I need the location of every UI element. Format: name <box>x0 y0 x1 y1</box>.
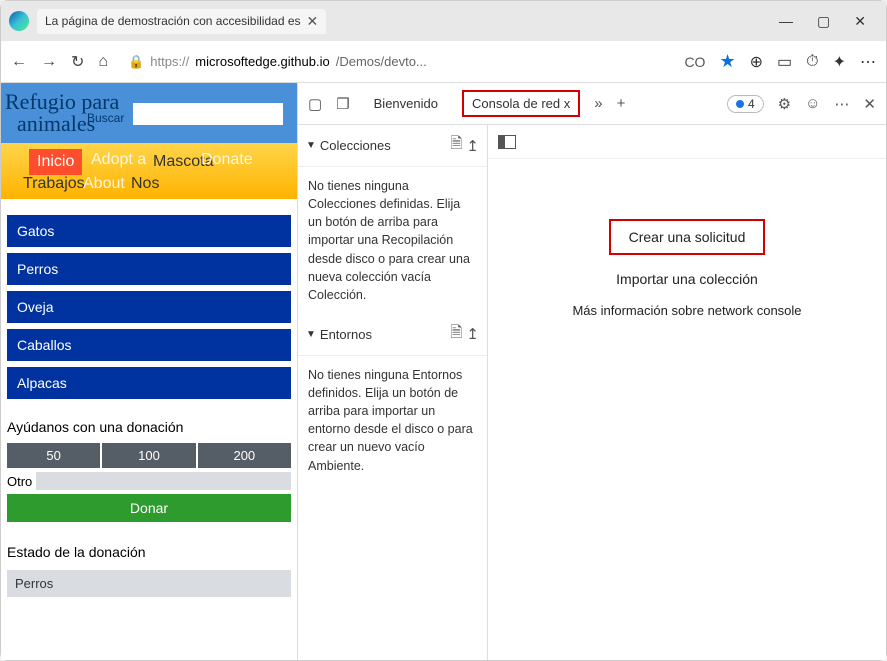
back-button[interactable]: ← <box>11 53 27 71</box>
collections-label: Colecciones <box>320 138 391 153</box>
toggle-sidebar-icon[interactable] <box>498 135 516 149</box>
nav-inicio[interactable]: Inicio <box>29 149 82 175</box>
window-maximize-button[interactable]: ▢ <box>817 13 830 30</box>
donate-label: Ayúdanos con una donación <box>7 419 291 435</box>
lock-icon: 🔒 <box>128 54 144 70</box>
close-tab-icon[interactable]: ✕ <box>307 13 319 30</box>
page-content: Refugio para animales Buscar Inicio Adop… <box>1 83 298 660</box>
collections-icon[interactable]: ▭ <box>777 52 792 72</box>
browser-tab[interactable]: La página de demostración con accesibili… <box>37 9 326 34</box>
status-label: Estado de la donación <box>7 544 291 560</box>
settings-icon[interactable]: ⚙ <box>778 95 791 113</box>
chevron-down-icon: ▼ <box>306 140 316 151</box>
copilot-icon[interactable]: ✦ <box>833 52 846 72</box>
nav-about[interactable]: About <box>83 175 125 193</box>
donate-amount-100[interactable]: 100 <box>102 443 197 468</box>
page-header: Refugio para animales Buscar <box>1 83 297 143</box>
devtools-toolbar: ▢ ❐ Bienvenido Consola de red x » + 4 ⚙ … <box>298 83 886 125</box>
donate-amount-200[interactable]: 200 <box>198 443 291 468</box>
status-item: Perros <box>7 570 291 597</box>
more-info-link[interactable]: Más información sobre network console <box>572 303 801 318</box>
more-tabs-icon[interactable]: » <box>594 95 602 112</box>
create-request-button[interactable]: Crear una solicitud <box>609 219 766 255</box>
animal-item[interactable]: Oveja <box>7 291 291 323</box>
donate-amount-50[interactable]: 50 <box>7 443 102 468</box>
new-file-icon[interactable]: 🗎 <box>450 133 462 158</box>
dt-more-icon[interactable]: ⋯ <box>834 95 849 113</box>
tab-title: La página de demostración con accesibili… <box>45 14 301 28</box>
upload-icon[interactable]: ↥ <box>466 325 479 343</box>
import-collection-link[interactable]: Importar una colección <box>616 271 758 287</box>
close-devtools-icon[interactable]: ✕ <box>863 95 876 113</box>
devtools-panel: ▢ ❐ Bienvenido Consola de red x » + 4 ⚙ … <box>298 83 886 660</box>
collections-header[interactable]: ▼ Colecciones 🗎 ↥ <box>298 125 487 167</box>
window-minimize-button[interactable]: — <box>779 13 793 30</box>
animal-item[interactable]: Gatos <box>7 215 291 247</box>
animal-list: Gatos Perros Oveja Caballos Alpacas <box>1 199 297 405</box>
extensions-icon[interactable]: ⊕ <box>750 52 763 72</box>
nav-adopt[interactable]: Adopt a <box>91 151 146 169</box>
feedback-icon[interactable]: ☺ <box>805 95 820 112</box>
devtools-main: Crear una solicitud Importar una colecci… <box>488 125 886 660</box>
url-host: microsoftedge.github.io <box>195 54 329 69</box>
animal-item[interactable]: Alpacas <box>7 367 291 399</box>
animal-item[interactable]: Caballos <box>7 329 291 361</box>
new-tab-icon[interactable]: + <box>617 95 626 112</box>
nav-donate[interactable]: Donate <box>201 151 253 169</box>
favorite-icon[interactable]: ★ <box>719 51 735 72</box>
issues-badge[interactable]: 4 <box>727 95 764 113</box>
otro-input[interactable] <box>36 472 291 490</box>
otro-label: Otro <box>7 474 32 489</box>
nav-trabajos[interactable]: Trabajos <box>23 175 85 193</box>
environments-empty-text: No tienes ninguna Entornos definidos. El… <box>298 356 487 485</box>
url-path: /Demos/devto... <box>336 54 427 69</box>
collections-empty-text: No tienes ninguna Colecciones definidas.… <box>298 167 487 314</box>
devtools-right-toolbar <box>488 125 886 159</box>
edge-icon <box>9 11 29 31</box>
home-button[interactable]: ⌂ <box>98 53 108 71</box>
donation-status: Estado de la donación Perros <box>1 528 297 603</box>
refresh-button[interactable]: ↻ <box>71 52 84 72</box>
environments-header[interactable]: ▼ Entornos 🗎 ↥ <box>298 314 487 356</box>
upload-icon[interactable]: ↥ <box>466 137 479 155</box>
browser-toolbar: ← → ↻ ⌂ 🔒 https:// microsoftedge.github.i… <box>1 41 886 83</box>
search-input[interactable] <box>133 103 283 125</box>
title-bar: La página de demostración con accesibili… <box>1 1 886 41</box>
tab-network-console[interactable]: Consola de red x <box>462 90 580 117</box>
forward-button[interactable]: → <box>41 53 57 71</box>
window-close-button[interactable]: ✕ <box>854 13 866 30</box>
donate-section: Ayúdanos con una donación 50 100 200 Otr… <box>1 405 297 528</box>
main-nav: Inicio Adopt a Mascota Donate Trabajos A… <box>1 143 297 199</box>
devtools-sidebar: ▼ Colecciones 🗎 ↥ No tienes ninguna Cole… <box>298 125 488 660</box>
animal-item[interactable]: Perros <box>7 253 291 285</box>
tab-welcome[interactable]: Bienvenido <box>364 90 448 117</box>
co-indicator: CO <box>684 54 705 70</box>
search-label: Buscar <box>87 111 124 125</box>
performance-icon[interactable]: ⏱ <box>806 53 818 71</box>
donar-button[interactable]: Donar <box>7 494 291 522</box>
device-icon[interactable]: ❐ <box>336 95 349 113</box>
chevron-down-icon: ▼ <box>306 329 316 340</box>
url-prefix: https:// <box>150 54 189 69</box>
inspect-icon[interactable]: ▢ <box>308 95 322 113</box>
more-icon[interactable]: ⋯ <box>860 52 876 72</box>
new-file-icon[interactable]: 🗎 <box>450 322 462 347</box>
nav-nos[interactable]: Nos <box>131 175 159 193</box>
environments-label: Entornos <box>320 327 372 342</box>
address-bar[interactable]: 🔒 https:// microsoftedge.github.io/Demos/… <box>122 54 670 70</box>
